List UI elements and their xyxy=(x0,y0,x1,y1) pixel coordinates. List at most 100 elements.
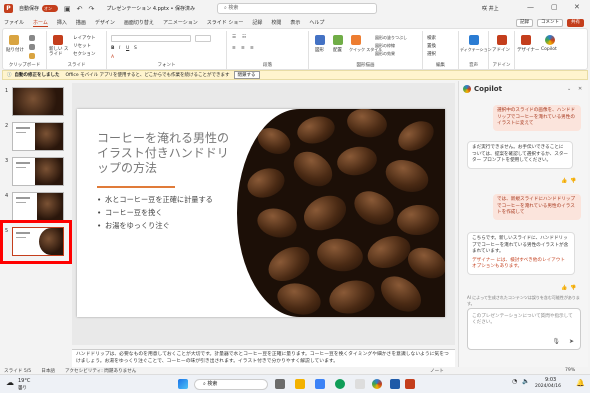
comment-button[interactable]: コメント xyxy=(537,19,563,27)
maximize-icon[interactable]: ▢ xyxy=(551,3,558,11)
arrange-button[interactable]: 配置 xyxy=(333,47,342,53)
copilot-prompt-input[interactable]: このプレゼンテーションについて質問や指示してください。 🎙 ➤ xyxy=(467,308,581,350)
tab-slideshow[interactable]: スライド ショー xyxy=(207,19,244,26)
start-icon[interactable] xyxy=(178,379,188,389)
autosave-toggle[interactable]: オン xyxy=(42,5,59,12)
language[interactable]: 日本語 xyxy=(41,368,55,374)
zoom-level[interactable]: 79% xyxy=(565,368,575,373)
edge-icon[interactable] xyxy=(335,379,345,389)
dictate-button[interactable]: ディクテーション xyxy=(460,47,492,53)
thumbs-down-icon[interactable]: 👎 xyxy=(570,285,576,291)
info-close-button[interactable]: 閉鎖する xyxy=(233,71,260,79)
save-icon[interactable]: ▣ xyxy=(64,5,71,13)
align-center-icon[interactable]: ≡ xyxy=(241,46,245,51)
copilot-taskbar-icon[interactable] xyxy=(372,379,382,389)
shape-effect-button[interactable]: 図形の効果 xyxy=(375,51,395,57)
clock-time[interactable]: 9:03 xyxy=(545,377,556,383)
font-color-icon[interactable]: A xyxy=(111,55,114,60)
addins-icon[interactable] xyxy=(497,35,507,45)
layout-button[interactable]: レイアウト xyxy=(73,35,96,41)
format-painter-icon[interactable] xyxy=(29,53,35,59)
italic-icon[interactable]: I xyxy=(119,46,120,51)
send-icon[interactable]: ➤ xyxy=(569,338,574,345)
notes-toggle[interactable]: ノート xyxy=(430,368,444,374)
slide[interactable]: コーヒーを淹れる男性のイラスト付きハンドドリップの方法 水とコーヒー豆を正確に計… xyxy=(77,109,445,317)
tab-file[interactable]: ファイル xyxy=(4,19,24,26)
shapes-icon[interactable] xyxy=(315,35,325,45)
tab-view[interactable]: 表示 xyxy=(290,19,300,26)
tab-insert[interactable]: 挿入 xyxy=(57,19,67,26)
replace-button[interactable]: 置換 xyxy=(427,43,436,49)
thumbs-up-icon[interactable]: 👍 xyxy=(561,178,567,184)
underline-icon[interactable]: U xyxy=(126,46,129,51)
bullet-item[interactable]: コーヒー豆を挽く xyxy=(97,208,237,217)
tab-transitions[interactable]: 画面切り替え xyxy=(124,19,154,26)
coffee-beans-image[interactable] xyxy=(237,109,445,317)
powerpoint-taskbar-icon[interactable] xyxy=(405,379,415,389)
bold-icon[interactable]: B xyxy=(111,46,114,51)
volume-icon[interactable]: 🔈 xyxy=(522,378,529,385)
copilot-icon[interactable] xyxy=(545,35,555,45)
close-pane-icon[interactable]: ✕ xyxy=(578,86,582,92)
minimize-icon[interactable]: — xyxy=(527,3,534,11)
addins-button[interactable]: アドイン xyxy=(492,47,510,53)
font-name-field[interactable] xyxy=(111,35,191,42)
task-view-icon[interactable] xyxy=(275,379,285,389)
close-icon[interactable]: ✕ xyxy=(574,3,580,11)
copy-icon[interactable] xyxy=(29,44,35,50)
slide-thumbnail[interactable] xyxy=(12,192,64,221)
shape-outline-button[interactable]: 図形の枠線 xyxy=(375,43,395,49)
align-right-icon[interactable]: ≡ xyxy=(250,46,254,51)
new-slide-button[interactable]: 新しい スライド xyxy=(49,47,71,57)
microphone-icon[interactable] xyxy=(469,35,479,45)
tab-design[interactable]: デザイン xyxy=(95,19,115,26)
slide-thumbnail[interactable] xyxy=(12,122,64,151)
redo-icon[interactable]: ↷ xyxy=(89,5,95,13)
reset-button[interactable]: リセット xyxy=(73,43,91,49)
shapes-button[interactable]: 図形 xyxy=(315,47,324,53)
bullet-item[interactable]: 水とコーヒー豆を正確に計量する xyxy=(97,195,237,204)
select-button[interactable]: 選択 xyxy=(427,51,436,57)
tab-review[interactable]: 校閲 xyxy=(271,19,281,26)
file-explorer-icon[interactable] xyxy=(295,379,305,389)
outlook-icon[interactable] xyxy=(390,379,400,389)
arrange-icon[interactable] xyxy=(333,35,343,45)
user-name[interactable]: 咲 井上 xyxy=(482,5,499,12)
accessibility-status[interactable]: アクセシビリティ: 問題ありません xyxy=(65,368,136,374)
weather-icon[interactable]: ☁ xyxy=(6,378,14,387)
font-size-field[interactable] xyxy=(195,35,211,42)
undo-icon[interactable]: ↶ xyxy=(77,5,83,13)
widgets-icon[interactable] xyxy=(315,379,325,389)
designer-button[interactable]: デザイナー xyxy=(517,47,539,53)
copilot-button[interactable]: Copilot xyxy=(541,47,557,52)
find-button[interactable]: 検索 xyxy=(427,35,436,41)
clock-date[interactable]: 2024/04/16 xyxy=(535,384,561,389)
strikethrough-icon[interactable]: S xyxy=(134,46,137,51)
quick-styles-icon[interactable] xyxy=(351,35,361,45)
tab-record[interactable]: 記録 xyxy=(252,19,262,26)
search-input[interactable]: ⌕ 検索 xyxy=(217,3,377,14)
new-slide-icon[interactable] xyxy=(53,35,63,45)
speaker-notes[interactable]: ハンドドリップは、必要なものを用意しておくことが大切です。計量器で水とコーヒー豆… xyxy=(72,349,455,367)
wifi-icon[interactable]: ◔ xyxy=(512,378,517,385)
share-button[interactable]: 共有 xyxy=(567,19,584,27)
notifications-icon[interactable]: 🔔 xyxy=(576,379,585,387)
cut-icon[interactable] xyxy=(29,35,35,41)
chevron-down-icon[interactable]: ⌄ xyxy=(567,86,571,92)
taskbar-search[interactable]: ⌕ 検索 xyxy=(194,379,268,390)
bullets-icon[interactable]: ☰ xyxy=(232,35,236,40)
record-button[interactable]: 記録 xyxy=(516,19,533,27)
align-left-icon[interactable]: ≡ xyxy=(232,46,236,51)
designer-message-text[interactable]: デザイナー には、検討すべき他のレイアウト オプションもあります。 xyxy=(472,258,570,271)
numbering-icon[interactable]: ☷ xyxy=(242,35,246,40)
bullet-item[interactable]: お湯をゆっくり注ぐ xyxy=(97,221,237,230)
designer-icon[interactable] xyxy=(521,35,531,45)
store-icon[interactable] xyxy=(355,379,365,389)
tab-animations[interactable]: アニメーション xyxy=(163,19,198,26)
paste-icon[interactable] xyxy=(9,35,19,45)
shape-fill-button[interactable]: 図形の塗りつぶし xyxy=(375,35,407,41)
bullet-list[interactable]: 水とコーヒー豆を正確に計量する コーヒー豆を挽く お湯をゆっくり注ぐ xyxy=(97,195,237,234)
slide-title[interactable]: コーヒーを淹れる男性のイラスト付きハンドドリップの方法 xyxy=(97,131,232,176)
tab-home[interactable]: ホーム xyxy=(33,19,48,27)
tab-help[interactable]: ヘルプ xyxy=(309,19,324,26)
